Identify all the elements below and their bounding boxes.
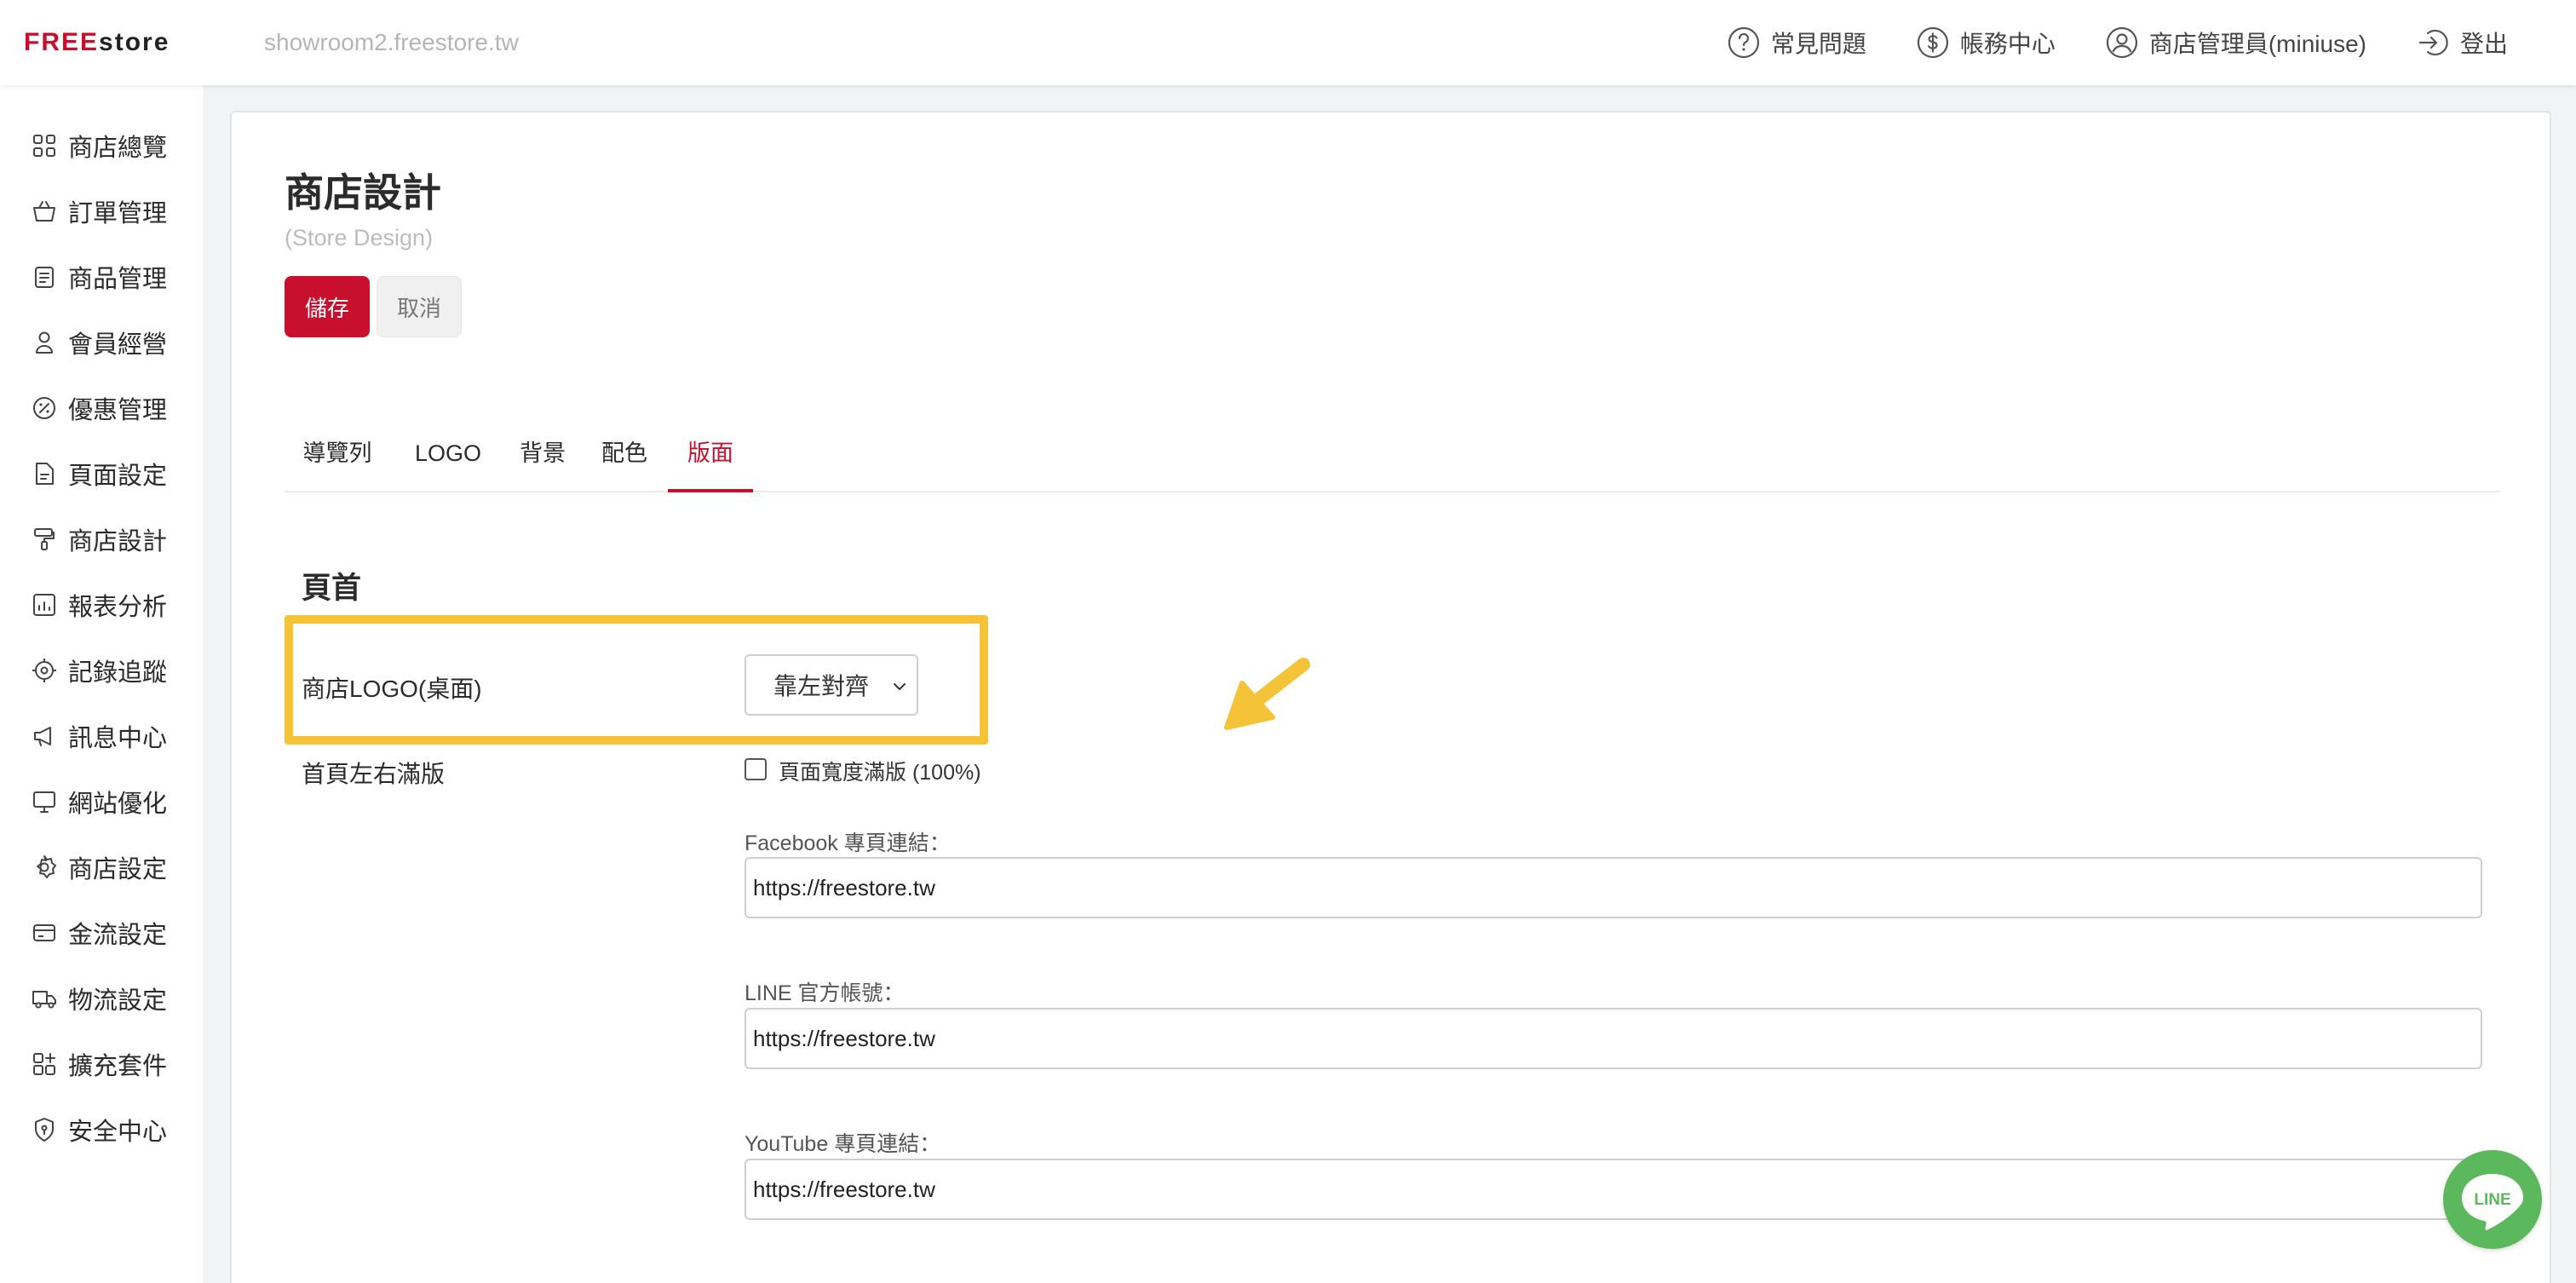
tab-navbar[interactable]: 導覽列 <box>285 428 390 492</box>
sidebar-item-page-settings[interactable]: 頁面設定 <box>31 452 167 495</box>
grid-icon <box>33 135 55 157</box>
tab-background[interactable]: 背景 <box>506 428 579 492</box>
line-chat-button[interactable]: LINE <box>2443 1150 2542 1249</box>
tab-logo[interactable]: LOGO <box>399 428 497 492</box>
top-nav: 常見問題 帳務中心 商店管理員(miniuse) 登出 <box>1677 20 2508 65</box>
logo-store-text: store <box>99 28 170 56</box>
annotation-arrow-icon <box>1224 658 1310 730</box>
sidebar-item-label: 金流設定 <box>68 922 168 949</box>
sidebar-item-store-settings[interactable]: 商店設定 <box>31 846 167 889</box>
sidebar-item-label: 擴充套件 <box>68 1053 168 1080</box>
sidebar-item-label: 安全中心 <box>68 1119 168 1146</box>
sidebar-item-tracking[interactable]: 記錄追蹤 <box>31 649 167 692</box>
question-circle-icon <box>1728 26 1759 59</box>
line-chat-bubble-icon: LINE <box>2462 1174 2523 1230</box>
sidebar-item-label: 會員經營 <box>68 331 168 359</box>
line-account-label: LINE 官方帳號： <box>745 981 905 1005</box>
sidebar-item-store-design[interactable]: 商店設計 <box>31 518 167 561</box>
logout-label: 登出 <box>2459 31 2508 57</box>
sidebar-item-promotions[interactable]: 優惠管理 <box>31 387 167 429</box>
basket-icon <box>33 201 55 222</box>
sidebar-item-label: 商品管理 <box>68 266 168 293</box>
sidebar-item-payments[interactable]: 金流設定 <box>31 912 167 954</box>
sidebar-item-orders[interactable]: 訂單管理 <box>31 190 167 233</box>
gear-icon <box>37 855 56 878</box>
sidebar-item-seo[interactable]: 網站優化 <box>31 780 167 823</box>
admin-account-link[interactable]: 商店管理員(miniuse) <box>2105 26 2366 60</box>
chart-icon <box>33 594 55 616</box>
admin-label: 商店管理員(miniuse) <box>2148 31 2366 57</box>
sidebar-item-products[interactable]: 商品管理 <box>31 256 167 298</box>
facebook-link-input[interactable] <box>745 857 2482 918</box>
youtube-link-input[interactable] <box>745 1159 2482 1220</box>
fullwidth-label: 首頁左右滿版 <box>302 761 446 787</box>
fullwidth-checkbox[interactable] <box>745 758 767 780</box>
sidebar-item-label: 報表分析 <box>68 594 168 621</box>
sidebar-item-label: 頁面設定 <box>68 463 168 490</box>
logo-free-text: FREE <box>24 28 100 56</box>
cancel-button[interactable]: 取消 <box>377 276 462 337</box>
design-tabs: 導覽列 LOGO 背景 配色 版面 <box>285 428 2499 492</box>
sidebar: 商店總覽 訂單管理 商品管理 會員經營 優惠管理 頁面設定 商店設計 報表分析 … <box>0 85 203 1283</box>
monitor-icon <box>33 791 55 813</box>
sidebar-item-label: 記錄追蹤 <box>68 659 168 687</box>
tab-colors[interactable]: 配色 <box>588 428 661 492</box>
main-card: 商店設計 (Store Design) 儲存 取消 導覽列 LOGO 背景 配色… <box>230 111 2551 1283</box>
billing-link[interactable]: 帳務中心 <box>1916 26 2056 60</box>
page-subtitle: (Store Design) <box>285 225 434 250</box>
billing-label: 帳務中心 <box>1959 31 2056 57</box>
page-title: 商店設計 <box>285 170 441 215</box>
sidebar-item-label: 優惠管理 <box>68 397 168 424</box>
sidebar-item-security[interactable]: 安全中心 <box>31 1108 167 1151</box>
top-bar: FREEstore showroom2.freestore.tw 常見問題 帳務… <box>0 0 2576 85</box>
sidebar-item-label: 商店總覽 <box>68 135 168 162</box>
logout-link[interactable]: 登出 <box>2416 26 2508 60</box>
sidebar-item-label: 商店設定 <box>68 856 168 883</box>
sidebar-item-label: 物流設定 <box>68 987 168 1015</box>
paint-roller-icon <box>34 528 55 550</box>
sidebar-item-messages[interactable]: 訊息中心 <box>31 715 167 757</box>
section-title-header: 頁首 <box>302 572 362 605</box>
faq-label: 常見問題 <box>1770 31 1866 57</box>
tab-layout[interactable]: 版面 <box>668 428 753 492</box>
user-circle-icon <box>2106 26 2137 59</box>
user-icon <box>36 331 53 354</box>
chevron-down-icon <box>894 683 906 690</box>
clipboard-icon <box>35 267 54 288</box>
sidebar-item-store-overview[interactable]: 商店總覽 <box>31 124 167 167</box>
file-icon <box>36 463 54 485</box>
save-button[interactable]: 儲存 <box>285 276 370 337</box>
sidebar-item-label: 訊息中心 <box>68 725 168 752</box>
sidebar-item-label: 訂單管理 <box>68 200 168 227</box>
youtube-link-label: YouTube 專頁連結： <box>745 1132 941 1156</box>
dollar-circle-icon <box>1917 26 1948 59</box>
sidebar-item-extensions[interactable]: 擴充套件 <box>31 1043 167 1085</box>
target-icon <box>32 659 56 682</box>
sidebar-item-reports[interactable]: 報表分析 <box>31 584 167 626</box>
truck-icon <box>32 991 56 1009</box>
line-account-input[interactable] <box>745 1008 2482 1069</box>
logo-align-select[interactable]: 靠左對齊 <box>745 654 918 716</box>
sidebar-item-logistics[interactable]: 物流設定 <box>31 977 167 1020</box>
logo-desktop-label: 商店LOGO(桌面) <box>302 676 482 702</box>
sidebar-item-label: 網站優化 <box>68 791 168 818</box>
faq-link[interactable]: 常見問題 <box>1727 26 1866 60</box>
fullwidth-checkbox-label[interactable]: 頁面寬度滿版 (100%) <box>779 756 981 786</box>
badge-icon <box>33 397 55 419</box>
puzzle-icon <box>33 1053 55 1075</box>
megaphone-icon <box>34 727 51 746</box>
facebook-link-label: Facebook 專頁連結： <box>745 831 951 855</box>
sidebar-item-members[interactable]: 會員經營 <box>31 321 167 364</box>
freestore-logo[interactable]: FREEstore <box>24 26 170 60</box>
store-domain: showroom2.freestore.tw <box>264 29 519 55</box>
logo-align-value: 靠左對齊 <box>773 673 870 699</box>
card-icon <box>33 924 55 941</box>
shield-icon <box>35 1118 54 1142</box>
sidebar-item-label: 商店設計 <box>68 528 168 555</box>
line-chat-label: LINE <box>2474 1191 2510 1209</box>
logout-icon <box>2418 29 2448 56</box>
